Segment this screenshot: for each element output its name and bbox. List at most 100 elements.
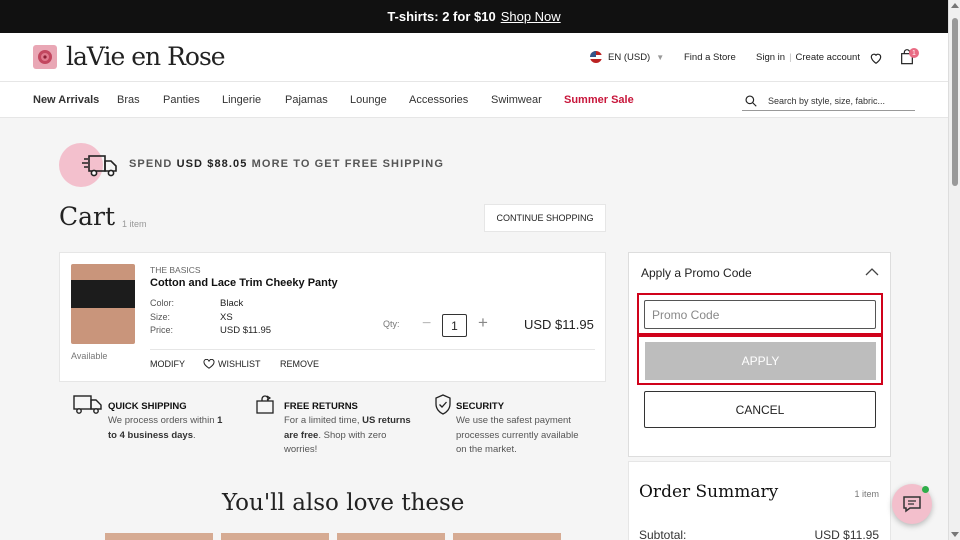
product-name[interactable]: Cotton and Lace Trim Cheeky Panty (150, 277, 338, 289)
feature-desc-returns: For a limited time, US returns are free.… (284, 414, 411, 458)
modify-button[interactable]: MODIFY (150, 359, 185, 369)
price-value: USD $11.95 (220, 325, 272, 336)
free-shipping-message: SPEND USD $88.05 MORE TO GET FREE SHIPPI… (129, 158, 444, 170)
shop-now-link[interactable]: Shop Now (501, 9, 561, 24)
delivery-truck-icon (82, 155, 117, 177)
cart-item-count: 1 item (122, 219, 147, 229)
feature-text: . Shop with zero (318, 429, 387, 441)
quantity-increase-button[interactable]: + (478, 313, 488, 333)
quantity-decrease-button[interactable]: − (422, 315, 431, 333)
shipping-amount: USD $88.05 (176, 158, 248, 170)
availability-status: Available (71, 351, 108, 361)
order-summary-count: 1 item (854, 489, 879, 499)
nav-pajamas[interactable]: Pajamas (285, 94, 328, 106)
bag-count-badge: 1 (909, 48, 919, 58)
separator: | (789, 52, 792, 63)
recommendation-thumbnail[interactable] (337, 533, 445, 540)
truck-icon (73, 395, 102, 414)
feature-title-returns: FREE RETURNS (284, 401, 358, 412)
nav-summer-sale[interactable]: Summer Sale (564, 94, 634, 106)
feature-text: For a limited time, (284, 415, 363, 426)
us-flag-icon (590, 51, 602, 63)
cart-item: Available THE BASICS Cotton and Lace Tri… (59, 252, 606, 382)
wishlist-button[interactable]: WISHLIST (203, 359, 261, 369)
recommendation-thumbnail[interactable] (105, 533, 213, 540)
promo-input-highlight (637, 293, 883, 335)
feature-text: worries! (284, 444, 318, 455)
divider (150, 349, 595, 350)
promo-code-input[interactable] (644, 300, 876, 329)
promo-code-title: Apply a Promo Code (641, 266, 752, 280)
continue-shopping-button[interactable]: CONTINUE SHOPPING (484, 204, 606, 232)
create-account-link[interactable]: Create account (796, 52, 860, 63)
feature-title-security: SECURITY (456, 401, 505, 412)
find-store-link[interactable]: Find a Store (684, 52, 736, 63)
feature-text: We use the safest payment (456, 415, 571, 426)
feature-desc-shipping: We process orders within 1 to 4 business… (108, 414, 222, 443)
nav-swimwear[interactable]: Swimwear (491, 94, 542, 106)
search-field[interactable]: Search by style, size, fabric... (742, 91, 915, 111)
feature-text-bold: US returns (362, 415, 411, 426)
scroll-up-arrow-icon[interactable] (951, 3, 959, 8)
color-value: Black (220, 298, 244, 309)
wishlist-label: WISHLIST (218, 359, 261, 369)
feature-text-bold: 1 (217, 415, 223, 426)
sign-in-link[interactable]: Sign in (756, 52, 785, 63)
size-label: Size: (150, 312, 171, 322)
feature-desc-security: We use the safest payment processes curr… (456, 414, 579, 458)
nav-bras[interactable]: Bras (117, 94, 140, 106)
shipping-suffix: MORE TO GET FREE SHIPPING (251, 158, 444, 170)
account-links: Sign in | Create account (756, 52, 860, 63)
shield-icon (435, 394, 451, 415)
locale-label: EN (USD) (608, 51, 651, 63)
recommendation-thumbnail[interactable] (453, 533, 561, 540)
price-label: Price: (150, 325, 174, 335)
nav-panties[interactable]: Panties (163, 94, 200, 106)
nav-lounge[interactable]: Lounge (350, 94, 387, 106)
nav-new-arrivals[interactable]: New Arrivals (33, 94, 99, 106)
order-summary-panel: Order Summary 1 item Subtotal: USD $11.9… (628, 461, 891, 540)
chevron-up-icon[interactable] (865, 267, 879, 277)
promo-bar: T-shirts: 2 for $10 Shop Now (0, 0, 948, 33)
quantity-input[interactable]: 1 (442, 314, 467, 337)
bag-return-icon (256, 395, 274, 414)
product-image[interactable] (71, 264, 135, 344)
heart-icon[interactable] (869, 51, 883, 65)
promo-bar-text: T-shirts: 2 for $10 (387, 9, 496, 24)
feature-title-shipping: QUICK SHIPPING (108, 401, 187, 412)
heart-tag-icon (203, 359, 215, 369)
color-label: Color: (150, 298, 175, 308)
nav-accessories[interactable]: Accessories (409, 94, 468, 106)
apply-button[interactable]: APPLY (645, 342, 876, 380)
logo-rose-icon[interactable] (33, 45, 57, 69)
online-status-dot (922, 486, 929, 493)
product-collection: THE BASICS (150, 265, 201, 275)
feature-text: processes currently available (456, 429, 579, 441)
subtotal-label: Subtotal: (639, 528, 687, 540)
nav-lingerie[interactable]: Lingerie (222, 94, 261, 106)
feature-text-bold: to 4 business days (108, 429, 194, 441)
remove-button[interactable]: REMOVE (280, 359, 319, 369)
chevron-down-icon: ▼ (656, 52, 665, 62)
subtotal-value: USD $11.95 (814, 528, 879, 540)
feature-text: . (193, 429, 196, 441)
chat-icon (903, 496, 921, 513)
apply-highlight: APPLY (637, 335, 883, 385)
feature-text: We process orders within (108, 415, 218, 426)
locale-selector[interactable]: EN (USD) ▼ (590, 51, 664, 63)
scrollbar-thumb[interactable] (952, 18, 958, 186)
main-nav: New Arrivals Bras Panties Lingerie Pajam… (0, 82, 948, 118)
size-value: XS (220, 312, 233, 323)
recommendations-title: You'll also love these (222, 490, 465, 516)
recommendation-thumbnail[interactable] (221, 533, 329, 540)
shipping-prefix: SPEND (129, 158, 173, 170)
feature-text-bold: are free (284, 429, 319, 441)
promo-code-panel: Apply a Promo Code APPLY CANCEL (628, 252, 891, 457)
site-header: laVie en Rose EN (USD) ▼ Find a Store Si… (0, 33, 948, 82)
cancel-button[interactable]: CANCEL (644, 391, 876, 428)
logo-text[interactable]: laVie en Rose (66, 42, 226, 71)
order-summary-title: Order Summary (639, 482, 779, 502)
search-placeholder: Search by style, size, fabric... (768, 95, 886, 106)
scroll-down-arrow-icon[interactable] (951, 532, 959, 537)
page-scrollbar[interactable] (948, 0, 960, 540)
